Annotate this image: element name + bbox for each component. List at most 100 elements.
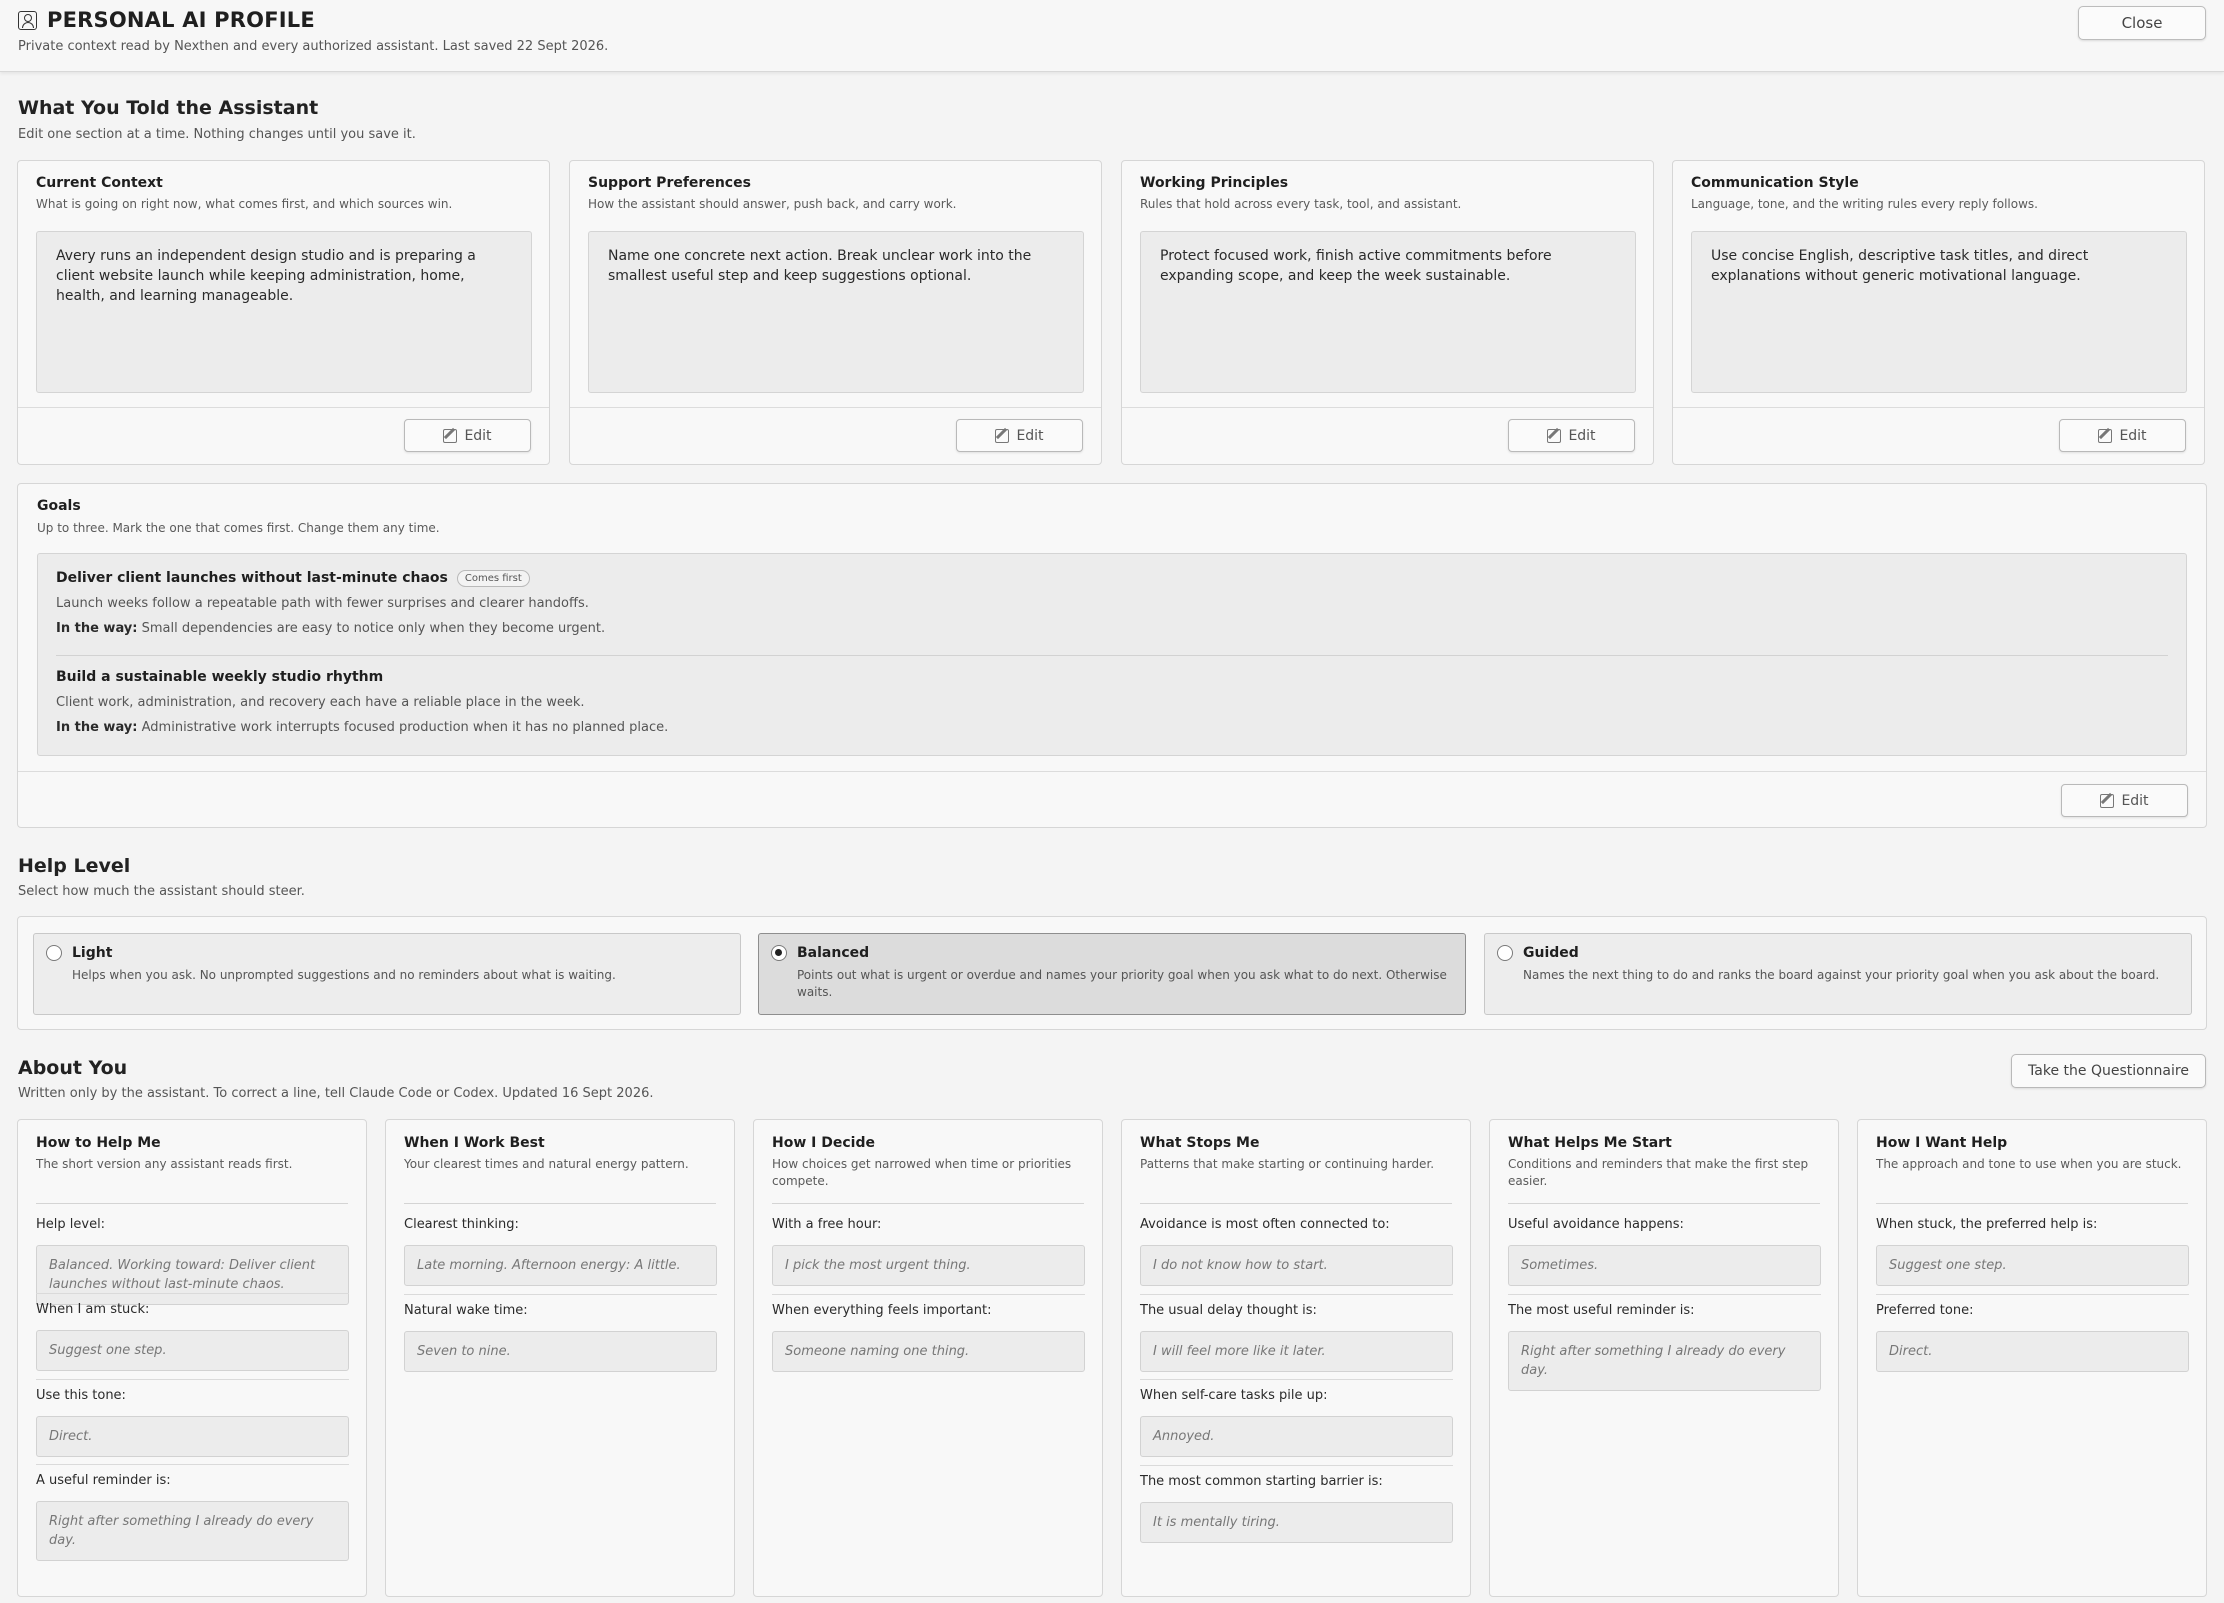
option-label: Guided <box>1523 945 1579 961</box>
card-divider <box>772 1203 1084 1204</box>
entry-divider <box>404 1294 717 1295</box>
edit-icon <box>1547 428 1562 443</box>
how-to-help-me-card: How to Help Me The short version any ass… <box>17 1119 367 1597</box>
when-i-work-best-card: When I Work Best Your clearest times and… <box>385 1119 735 1597</box>
support-preferences-card: Support Preferences How the assistant sh… <box>569 160 1102 465</box>
goals-card: Goals Up to three. Mark the one that com… <box>17 483 2207 828</box>
help-level-light-option[interactable]: Light Helps when you ask. No unprompted … <box>33 933 741 1015</box>
page-subtitle: Private context read by Nexthen and ever… <box>18 39 609 54</box>
entry-divider <box>1508 1294 1821 1295</box>
priority-badge: Comes first <box>456 569 530 587</box>
profile-entry: Preferred tone: Direct. <box>1876 1294 2189 1372</box>
what-helps-me-start-card: What Helps Me Start Conditions and remin… <box>1489 1119 1839 1597</box>
edit-goals-button[interactable]: Edit <box>2061 784 2188 817</box>
take-questionnaire-button[interactable]: Take the Questionnaire <box>2011 1054 2206 1088</box>
edit-label: Edit <box>1016 427 1044 444</box>
entry-question: Help level: <box>36 1217 106 1232</box>
profile-icon <box>18 10 37 30</box>
goals-description: Up to three. Mark the one that comes fir… <box>37 521 440 535</box>
profile-entry: Help level: Balanced. Working toward: Del… <box>36 1217 349 1305</box>
card-description: How the assistant should answer, push ba… <box>588 197 957 211</box>
entry-divider <box>36 1464 349 1465</box>
goal-obstacle-text: Administrative work interrupts focused p… <box>141 720 669 735</box>
entry-answer: I do not know how to start. <box>1140 1245 1453 1286</box>
entry-answer: Someone naming one thing. <box>772 1331 1085 1372</box>
edit-working-principles-button[interactable]: Edit <box>1508 419 1635 452</box>
help-level-guided-option[interactable]: Guided Names the next thing to do and ra… <box>1484 933 2192 1015</box>
entry-answer: Right after something I already do every… <box>36 1501 349 1561</box>
close-button[interactable]: Close <box>2078 6 2206 40</box>
card-divider <box>1673 407 2204 408</box>
profile-entry: When I am stuck: Suggest one step. <box>36 1293 349 1371</box>
card-title: How to Help Me <box>36 1135 161 1151</box>
edit-icon <box>995 428 1010 443</box>
card-body: Name one concrete next action. Break unc… <box>588 231 1084 393</box>
entry-divider <box>1876 1294 2189 1295</box>
goal-description: Launch weeks follow a repeatable path wi… <box>56 596 589 611</box>
help-level-balanced-option[interactable]: Balanced Points out what is urgent or ov… <box>758 933 1466 1015</box>
title-row: PERSONAL AI PROFILE <box>18 8 315 32</box>
card-divider <box>570 407 1101 408</box>
goal-item: Build a sustainable weekly studio rhythm… <box>56 667 2166 735</box>
card-title: How I Want Help <box>1876 1135 2008 1151</box>
card-description: Rules that hold across every task, tool,… <box>1140 197 1462 211</box>
option-label: Balanced <box>797 945 870 961</box>
goals-list: Deliver client launches without last-min… <box>37 553 2187 756</box>
option-description: Points out what is urgent or overdue and… <box>797 968 1447 999</box>
edit-communication-style-button[interactable]: Edit <box>2059 419 2186 452</box>
card-description: Conditions and reminders that make the f… <box>1508 1157 1809 1188</box>
about-section-title: About You <box>18 1057 128 1079</box>
edit-support-preferences-button[interactable]: Edit <box>956 419 1083 452</box>
card-description: Patterns that make starting or continuin… <box>1140 1157 1435 1171</box>
card-divider <box>1122 407 1653 408</box>
entry-question: Preferred tone: <box>1876 1303 1974 1318</box>
entry-answer: Direct. <box>36 1416 349 1457</box>
profile-entry: The usual delay thought is: I will feel m… <box>1140 1294 1453 1372</box>
entry-question: When stuck, the preferred help is: <box>1876 1217 2098 1232</box>
radio-button[interactable] <box>1497 945 1513 961</box>
help-level-subtitle: Select how much the assistant should ste… <box>18 884 305 899</box>
card-divider <box>18 771 2206 772</box>
entry-answer: Balanced. Working toward: Deliver client… <box>36 1245 349 1305</box>
card-divider <box>36 1203 348 1204</box>
entry-divider <box>772 1294 1085 1295</box>
profile-entry: A useful reminder is: Right after somethi… <box>36 1464 349 1561</box>
card-description: The short version any assistant reads fi… <box>36 1157 293 1171</box>
card-body: Protect focused work, finish active comm… <box>1140 231 1636 393</box>
entry-answer: It is mentally tiring. <box>1140 1502 1453 1543</box>
entry-divider <box>36 1379 349 1380</box>
entry-answer: Suggest one step. <box>36 1330 349 1371</box>
entry-question: Use this tone: <box>36 1388 126 1403</box>
profile-entry: With a free hour: I pick the most urgent … <box>772 1217 1085 1286</box>
goal-divider <box>56 655 2168 656</box>
edit-label: Edit <box>1568 427 1596 444</box>
entry-divider <box>36 1293 349 1294</box>
profile-entry: When stuck, the preferred help is: Sugges… <box>1876 1217 2189 1286</box>
edit-label: Edit <box>2121 792 2149 809</box>
card-description: Your clearest times and natural energy p… <box>404 1157 689 1171</box>
entry-question: With a free hour: <box>772 1217 882 1232</box>
how-i-decide-card: How I Decide How choices get narrowed wh… <box>753 1119 1103 1597</box>
goals-title: Goals <box>37 498 81 514</box>
entry-question: When I am stuck: <box>36 1302 150 1317</box>
card-title: When I Work Best <box>404 1135 545 1151</box>
goal-title: Build a sustainable weekly studio rhythm <box>56 669 384 685</box>
profile-entry: Avoidance is most often connected to: I d… <box>1140 1217 1453 1286</box>
profile-entry: Useful avoidance happens: Sometimes. <box>1508 1217 1821 1286</box>
card-description: What is going on right now, what comes f… <box>36 197 453 211</box>
radio-button[interactable] <box>46 945 62 961</box>
entry-question: Useful avoidance happens: <box>1508 1217 1684 1232</box>
option-description: Helps when you ask. No unprompted sugges… <box>72 968 616 982</box>
communication-style-card: Communication Style Language, tone, and … <box>1672 160 2205 465</box>
entry-question: Natural wake time: <box>404 1303 528 1318</box>
edit-label: Edit <box>464 427 492 444</box>
told-section-subtitle: Edit one section at a time. Nothing chan… <box>18 127 416 142</box>
card-title: Support Preferences <box>588 175 751 191</box>
edit-label: Edit <box>2119 427 2147 444</box>
profile-entry: The most common starting barrier is: It i… <box>1140 1465 1453 1543</box>
edit-current-context-button[interactable]: Edit <box>404 419 531 452</box>
radio-button-selected[interactable] <box>771 945 787 961</box>
card-body: Use concise English, descriptive task ti… <box>1691 231 2187 393</box>
entry-question: Avoidance is most often connected to: <box>1140 1217 1390 1232</box>
entry-answer: Direct. <box>1876 1331 2189 1372</box>
